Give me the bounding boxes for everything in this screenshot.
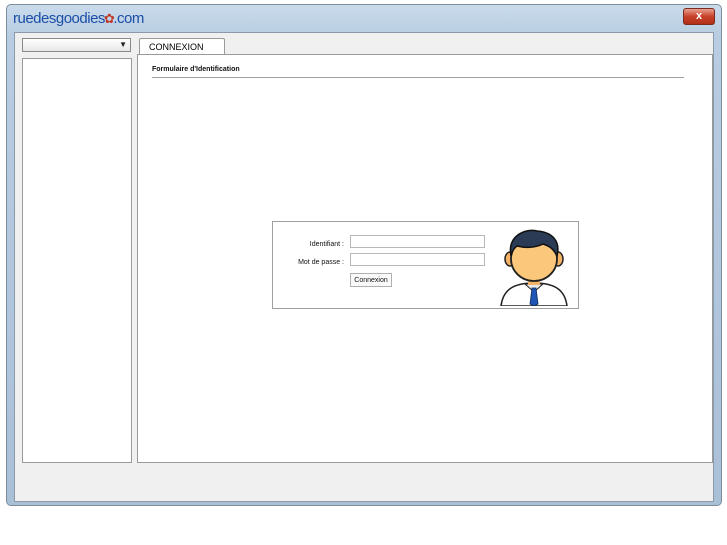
client-area: ▼ CONNEXION Formulaire d'Identification … bbox=[14, 32, 714, 502]
status-bar bbox=[22, 469, 708, 497]
title-bar: ruedesgoodies✿.com x bbox=[7, 5, 721, 31]
app-title-main: ruedesgoodies bbox=[13, 10, 105, 27]
app-title-domain: .com bbox=[113, 10, 144, 27]
username-label: Identifiant : bbox=[309, 241, 344, 248]
tab-connexion[interactable]: CONNEXION bbox=[139, 38, 225, 55]
login-box: Identifiant : Mot de passe : Connexion bbox=[272, 221, 579, 309]
app-window: ruedesgoodies✿.com x ▼ CONNEXION Formula… bbox=[6, 4, 722, 506]
caret-down-icon: ▼ bbox=[119, 40, 127, 49]
sidebar-dropdown[interactable]: ▼ bbox=[22, 38, 131, 52]
user-avatar-icon bbox=[500, 229, 568, 306]
password-label: Mot de passe : bbox=[298, 259, 344, 266]
form-divider bbox=[152, 77, 684, 78]
app-logo: ruedesgoodies✿.com bbox=[13, 10, 144, 27]
connexion-button[interactable]: Connexion bbox=[350, 273, 392, 287]
password-field[interactable] bbox=[350, 253, 485, 266]
close-button[interactable]: x bbox=[683, 8, 715, 25]
main-panel: Formulaire d'Identification Identifiant … bbox=[137, 54, 713, 463]
form-title: Formulaire d'Identification bbox=[152, 66, 240, 73]
username-field[interactable] bbox=[350, 235, 485, 248]
sidebar-panel bbox=[22, 58, 132, 463]
